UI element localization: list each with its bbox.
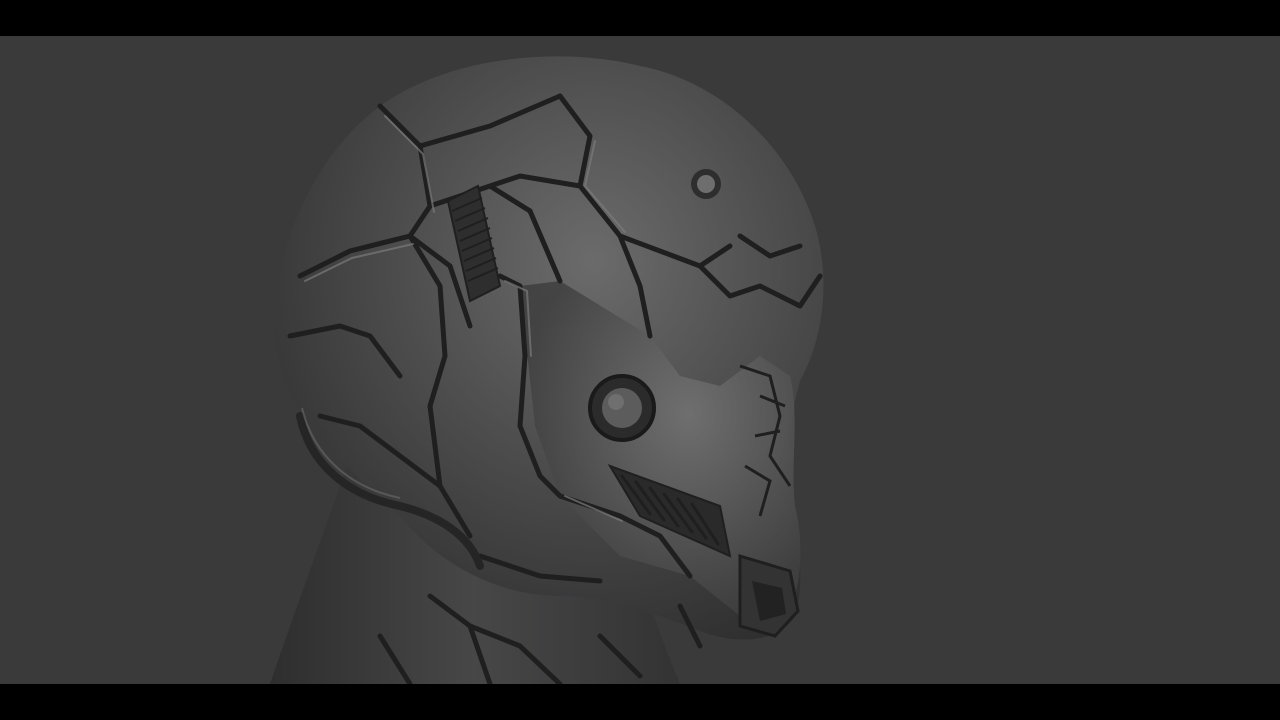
sculpted-helmet-head-render [270, 56, 824, 684]
letterbox-bottom-bar [0, 684, 1280, 720]
forehead-sensor [691, 169, 721, 199]
render-viewport [0, 36, 1280, 684]
eye-socket [588, 374, 656, 442]
letterbox-top-bar [0, 0, 1280, 36]
video-frame [0, 0, 1280, 720]
